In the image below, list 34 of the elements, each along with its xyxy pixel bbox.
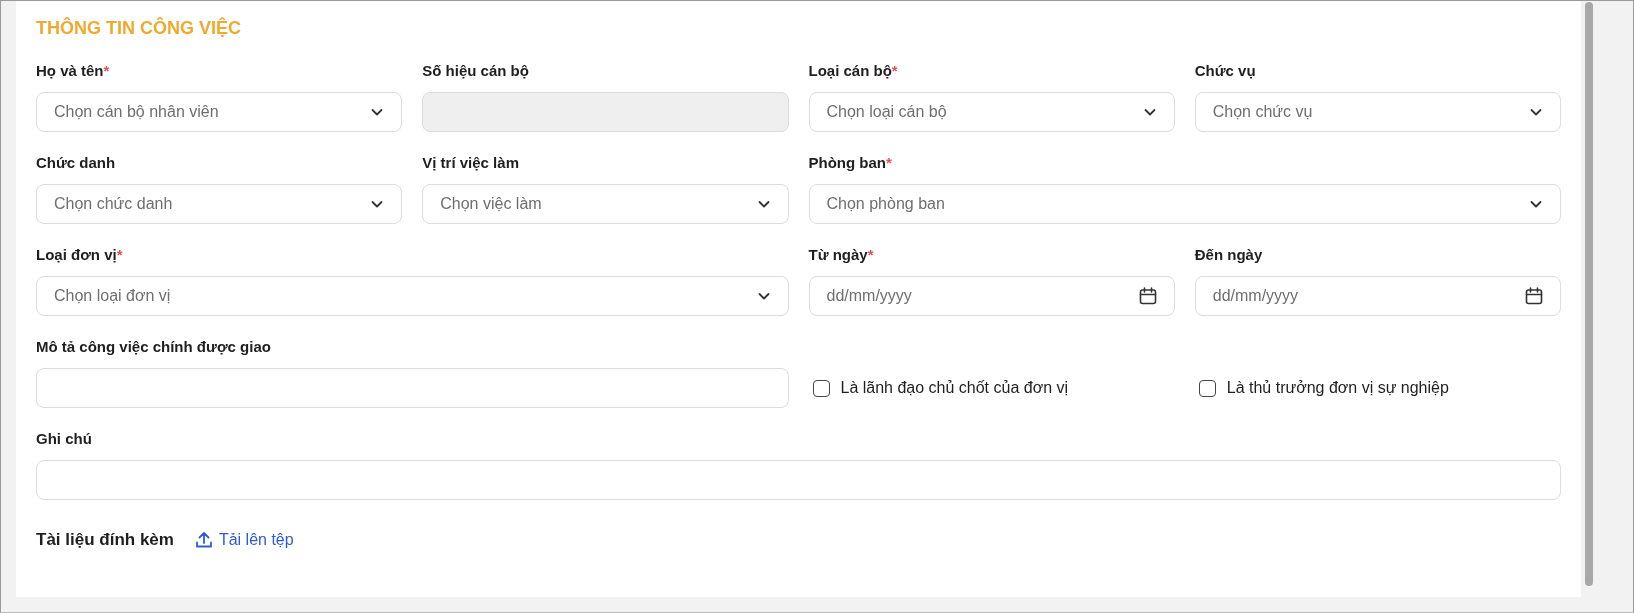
select-field[interactable]: Chọn loại đơn vị (36, 276, 789, 316)
date-field[interactable]: dd/mm/yyyy (1194, 276, 1561, 316)
checkbox[interactable] (812, 379, 830, 397)
field-label: Chức danh (36, 154, 117, 171)
field-label: Phòng ban* (808, 154, 893, 171)
select-field[interactable]: Chọn cán bộ nhân viên (36, 92, 403, 132)
checkbox-option[interactable]: Là thủ trưởng đơn vị sự nghiệp (1194, 368, 1561, 408)
calendar-icon (1524, 286, 1544, 306)
scrollbar[interactable] (1585, 2, 1593, 586)
select-field[interactable]: Chọn chức danh (36, 184, 403, 224)
attachments-title: Tài liệu đính kèm (36, 530, 174, 550)
field-label: Loại đơn vị* (36, 246, 124, 263)
upload-link[interactable]: Tải lên tệp (193, 530, 294, 550)
calendar-icon (1137, 286, 1158, 306)
input-field[interactable] (36, 460, 1561, 500)
checkbox[interactable] (1198, 379, 1216, 397)
field-label: Số hiệu cán bộ (422, 62, 530, 79)
field-label: Vị trí việc làm (422, 154, 520, 171)
select-field[interactable]: Chọn loại cán bộ (808, 92, 1175, 132)
date-field[interactable]: dd/mm/yyyy (808, 276, 1175, 316)
select-field[interactable]: Chọn việc làm (422, 184, 789, 224)
upload-icon (193, 530, 214, 550)
section-title: THÔNG TIN CÔNG VIỆC (36, 16, 242, 40)
field-label: Ghi chú (36, 430, 93, 447)
checkbox-option[interactable]: Là lãnh đạo chủ chốt của đơn vị (808, 368, 1175, 408)
input-field[interactable] (36, 368, 789, 408)
field-label: Mô tả công việc chính được giao (36, 338, 272, 355)
field-label: Từ ngày* (808, 246, 875, 263)
field-label: Họ và tên* (36, 62, 111, 79)
field-label: Đến ngày (1194, 246, 1264, 263)
field-label: Loại cán bộ* (808, 62, 899, 79)
field-label: Chức vụ (1194, 62, 1257, 79)
select-field[interactable]: Chọn chức vụ (1194, 92, 1561, 132)
select-field[interactable]: Chọn phòng ban (808, 184, 1561, 224)
